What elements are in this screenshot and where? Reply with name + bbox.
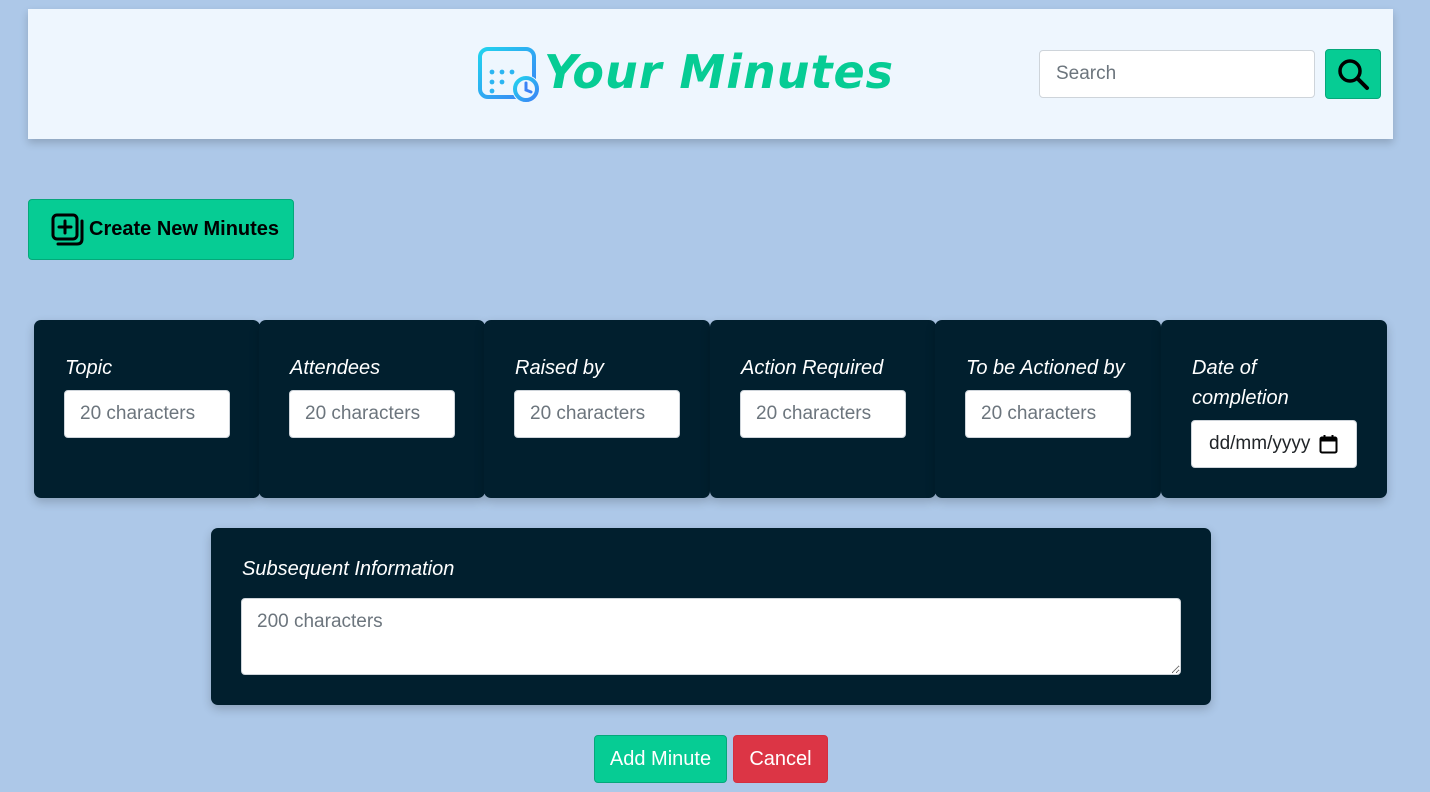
calendar-icon[interactable] [1319,434,1338,454]
field-card-action-required: Action Required [710,320,936,498]
header-bar: Your Minutes [28,9,1393,139]
field-card-to-be-actioned-by: To be Actioned by [935,320,1161,498]
field-label: To be Actioned by [966,357,1125,379]
field-label: Date of completion [1192,357,1289,409]
subsequent-information-label: Subsequent Information [242,558,455,580]
add-copy-icon [51,213,84,245]
search-icon [1338,59,1369,90]
field-card-attendees: Attendees [259,320,485,498]
calendar-clock-icon [478,41,540,103]
cancel-button[interactable]: Cancel [733,735,828,783]
create-new-minutes-button[interactable]: Create New Minutes [28,199,294,260]
field-label: Action Required [741,357,884,379]
search-button[interactable] [1325,49,1381,99]
to-be-actioned-by-input[interactable] [965,390,1131,438]
brand[interactable]: Your Minutes [476,37,894,107]
raised-by-input[interactable] [514,390,680,438]
field-card-raised-by: Raised by [484,320,710,498]
subsequent-information-card: Subsequent Information [211,528,1211,705]
search-input[interactable] [1039,50,1315,98]
field-label: Topic [65,357,113,379]
field-label: Attendees [290,357,381,379]
subsequent-information-textarea[interactable] [241,598,1181,675]
create-new-minutes-label: Create New Minutes [89,218,280,240]
field-label: Raised by [515,357,604,379]
attendees-input[interactable] [289,390,455,438]
add-minute-button[interactable]: Add Minute [594,735,727,783]
app-title: Your Minutes [544,45,895,99]
date-placeholder: dd/mm/yyyy [1209,433,1311,454]
field-card-topic: Topic [34,320,260,498]
date-of-completion-input[interactable]: dd/mm/yyyy [1191,420,1357,468]
action-required-input[interactable] [740,390,906,438]
topic-input[interactable] [64,390,230,438]
field-card-date-of-completion: Date of completion dd/mm/yyyy [1161,320,1387,498]
